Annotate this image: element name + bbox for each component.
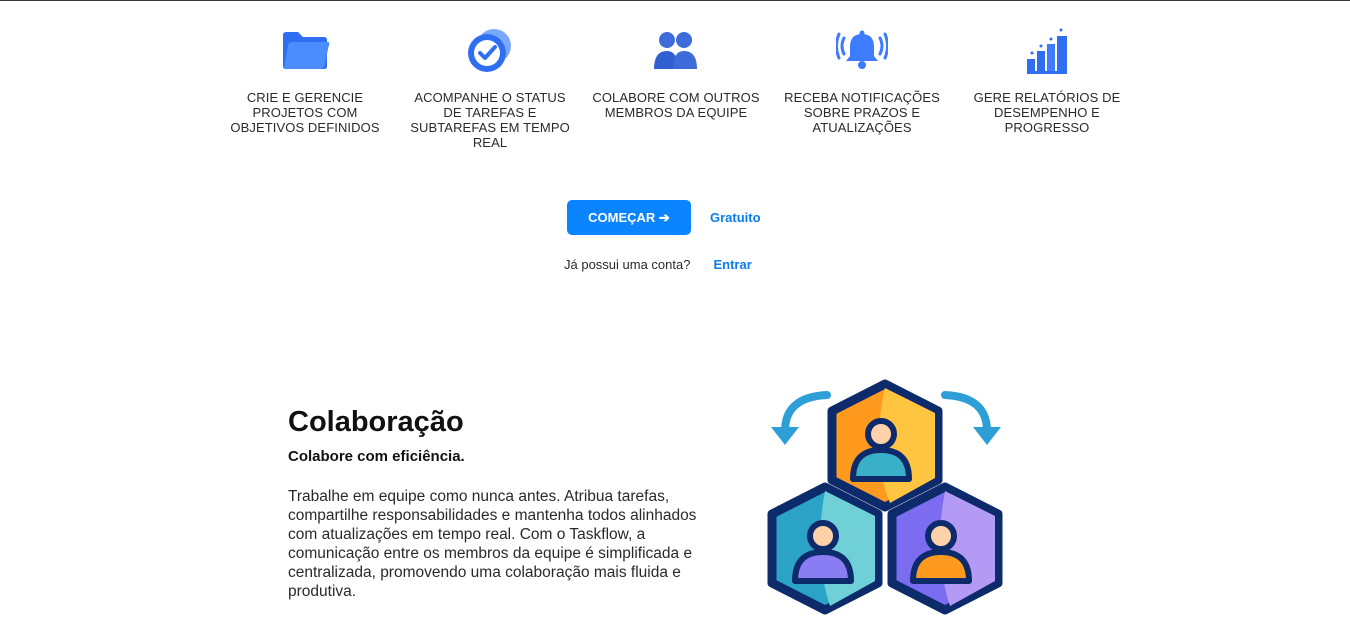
feature-collaborate: COLABORE COM OUTROS MEMBROS DA EQUIPE: [591, 26, 761, 120]
free-link[interactable]: Gratuito: [710, 210, 761, 225]
feature-status: ACOMPANHE O STATUS DE TAREFAS E SUBTAREF…: [405, 26, 575, 150]
bell-icon: [777, 26, 947, 76]
feature-text: GERE RELATÓRIOS DE DESEMPENHO E PROGRESS…: [973, 90, 1121, 135]
hexagon-top: [827, 379, 943, 512]
feature-text: CRIE E GERENCIE PROJETOS COM OBJETIVOS D…: [230, 90, 380, 135]
section-subtitle: Colabore com eficiência.: [288, 448, 465, 465]
features-row: CRIE E GERENCIE PROJETOS COM OBJETIVOS D…: [0, 26, 1350, 156]
account-row: Já possui uma conta? Entrar: [564, 257, 752, 272]
hexagon-left: [767, 482, 883, 615]
collaboration-illustration: [755, 375, 1015, 615]
feature-notifications: RECEBA NOTIFICAÇÕES SOBRE PRAZOS E ATUAL…: [777, 26, 947, 135]
bar-chart-icon: [962, 26, 1132, 76]
users-icon: [591, 26, 761, 76]
account-question: Já possui uma conta?: [564, 257, 691, 272]
left-arrow-icon: [771, 391, 831, 445]
check-circle-icon: [405, 26, 575, 76]
feature-text: RECEBA NOTIFICAÇÕES SOBRE PRAZOS E ATUAL…: [784, 90, 940, 135]
cta-row: COMEÇAR ➔ Gratuito: [567, 200, 761, 235]
section-title: Colaboração: [288, 406, 464, 438]
feature-reports: GERE RELATÓRIOS DE DESEMPENHO E PROGRESS…: [962, 26, 1132, 135]
top-border: [0, 0, 1350, 1]
right-arrow-icon: [941, 391, 1001, 445]
login-link[interactable]: Entrar: [713, 257, 751, 272]
feature-projects: CRIE E GERENCIE PROJETOS COM OBJETIVOS D…: [220, 26, 390, 135]
section-body: Trabalhe em equipe como nunca antes. Atr…: [288, 488, 697, 600]
folder-icon: [220, 26, 390, 76]
feature-text: ACOMPANHE O STATUS DE TAREFAS E SUBTAREF…: [410, 90, 570, 150]
feature-text: COLABORE COM OUTROS MEMBROS DA EQUIPE: [592, 90, 760, 120]
start-button[interactable]: COMEÇAR ➔: [567, 200, 691, 235]
hexagon-right: [887, 482, 1003, 615]
collaboration-section: Colaboração Colabore com eficiência. Tra…: [288, 404, 708, 601]
